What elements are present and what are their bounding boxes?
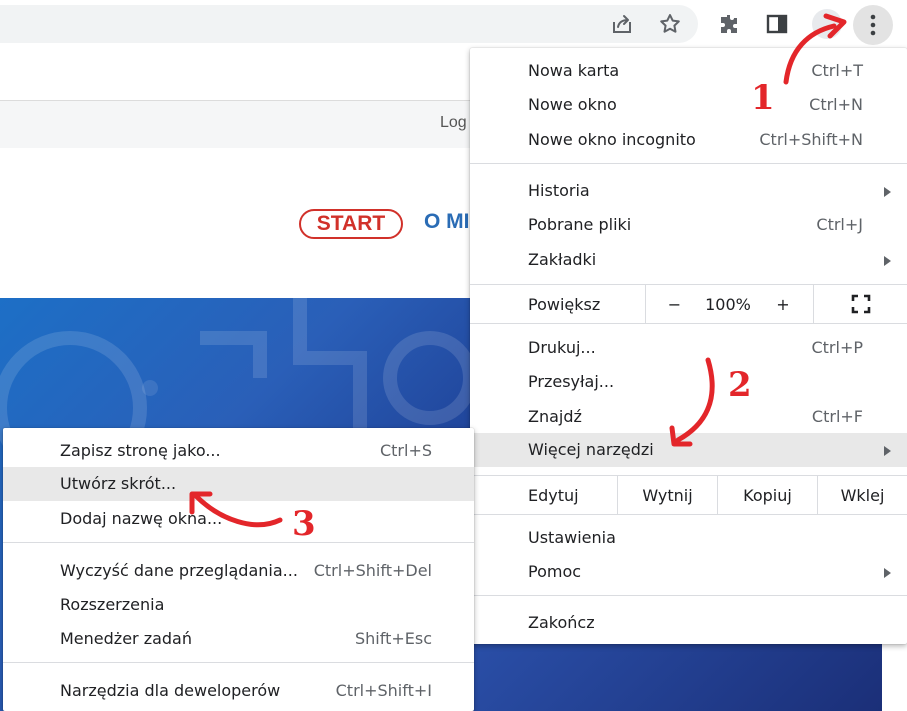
zoom-label: Powiększ [528, 295, 601, 314]
menu-item-label: Nowa karta [528, 61, 620, 80]
submenu-item-shortcut: Shift+Esc [354, 629, 432, 648]
submenu-item-dev-tools[interactable]: Narzędzia dla deweloperów Ctrl+Shift+I [3, 674, 474, 708]
menu-item-label: Drukuj... [528, 338, 596, 357]
menu-item-new-tab[interactable]: Nowa karta Ctrl+T [470, 54, 907, 88]
step-number-2: 2 [728, 365, 752, 405]
menu-item-bookmarks[interactable]: Zakładki [470, 243, 907, 277]
extensions-icon[interactable] [715, 8, 745, 40]
menu-item-shortcut: Ctrl+N [809, 95, 863, 114]
menu-divider [470, 514, 907, 515]
submenu-item-shortcut: Ctrl+Shift+I [335, 681, 432, 700]
submenu-item-clear-data[interactable]: Wyczyść dane przeglądania... Ctrl+Shift+… [3, 554, 474, 588]
submenu-item-extensions[interactable]: Rozszerzenia [3, 588, 474, 622]
submenu-item-create-shortcut[interactable]: Utwórz skrót... [3, 467, 474, 501]
login-link[interactable]: Log [440, 114, 467, 132]
step-number-3: 3 [292, 504, 316, 544]
menu-item-new-incognito[interactable]: Nowe okno incognito Ctrl+Shift+N [470, 123, 907, 157]
menu-item-label: Pomoc [528, 562, 582, 581]
copy-button[interactable]: Kopiuj [717, 476, 817, 514]
menu-item-label: Historia [528, 181, 590, 200]
submenu-arrow-icon [884, 446, 891, 456]
menu-item-settings[interactable]: Ustawienia [470, 521, 907, 555]
star-icon[interactable] [655, 8, 685, 40]
browser-main-menu: Nowa karta Ctrl+T Nowe okno Ctrl+N Nowe … [470, 48, 907, 644]
menu-item-label: Nowe okno [528, 95, 617, 114]
nav-link[interactable]: O MI [424, 210, 470, 234]
submenu-item-label: Narzędzia dla deweloperów [60, 681, 281, 700]
more-tools-submenu: Zapisz stronę jako... Ctrl+S Utwórz skró… [3, 428, 474, 711]
submenu-arrow-icon [884, 187, 891, 197]
menu-item-new-window[interactable]: Nowe okno Ctrl+N [470, 88, 907, 122]
menu-item-label: Znajdź [528, 407, 582, 426]
menu-item-label: Zakończ [528, 613, 595, 632]
menu-item-find[interactable]: Znajdź Ctrl+F [470, 400, 907, 434]
submenu-arrow-icon [884, 256, 891, 266]
menu-item-label: Ustawienia [528, 528, 616, 547]
menu-item-print[interactable]: Drukuj... Ctrl+P [470, 331, 907, 365]
step-number-1: 1 [751, 78, 775, 118]
submenu-item-label: Utwórz skrót... [60, 474, 177, 493]
share-icon[interactable] [607, 8, 637, 40]
submenu-item-name-window[interactable]: Dodaj nazwę okna... [3, 502, 474, 536]
menu-edit-row: Edytuj Wytnij Kopiuj Wklej [470, 476, 907, 514]
browser-toolbar [0, 0, 907, 48]
page-top-bar [0, 100, 470, 148]
menu-item-label: Więcej narzędzi [528, 440, 654, 459]
zoom-out-button[interactable]: − [645, 285, 703, 323]
side-panel-icon[interactable] [762, 8, 792, 40]
submenu-item-shortcut: Ctrl+Shift+Del [313, 561, 432, 580]
menu-divider [470, 163, 907, 164]
cut-button[interactable]: Wytnij [617, 476, 717, 514]
start-button[interactable]: START [299, 209, 403, 239]
submenu-item-shortcut: Ctrl+S [379, 441, 432, 460]
menu-divider [470, 323, 907, 324]
submenu-item-label: Zapisz stronę jako... [60, 441, 221, 460]
submenu-divider [3, 662, 474, 663]
menu-item-help[interactable]: Pomoc [470, 555, 907, 589]
fullscreen-icon[interactable] [813, 285, 907, 323]
menu-item-label: Przesyłaj... [528, 372, 615, 391]
menu-item-label: Zakładki [528, 250, 597, 269]
submenu-divider [3, 542, 474, 543]
hero-banner-edge [470, 640, 882, 711]
menu-item-shortcut: Ctrl+J [816, 215, 863, 234]
menu-item-history[interactable]: Historia [470, 174, 907, 208]
submenu-arrow-icon [884, 568, 891, 578]
submenu-item-label: Dodaj nazwę okna... [60, 509, 223, 528]
submenu-item-label: Rozszerzenia [60, 595, 165, 614]
profile-avatar[interactable] [812, 9, 842, 39]
more-vert-icon[interactable] [853, 5, 893, 45]
submenu-item-label: Wyczyść dane przeglądania... [60, 561, 298, 580]
menu-item-shortcut: Ctrl+Shift+N [759, 130, 863, 149]
address-bar[interactable] [0, 5, 698, 43]
menu-item-exit[interactable]: Zakończ [470, 606, 907, 640]
menu-item-downloads[interactable]: Pobrane pliki Ctrl+J [470, 208, 907, 242]
menu-item-cast[interactable]: Przesyłaj... [470, 365, 907, 399]
zoom-in-button[interactable]: + [753, 285, 813, 323]
menu-divider [470, 595, 907, 596]
menu-zoom-row: Powiększ − 100% + [470, 285, 907, 323]
zoom-level: 100% [705, 294, 751, 314]
menu-item-shortcut: Ctrl+T [811, 61, 863, 80]
menu-item-more-tools[interactable]: Więcej narzędzi [470, 433, 907, 467]
edit-label: Edytuj [528, 486, 579, 505]
menu-item-shortcut: Ctrl+P [811, 338, 863, 357]
paste-button[interactable]: Wklej [817, 476, 907, 514]
submenu-item-label: Menedżer zadań [60, 629, 192, 648]
menu-item-shortcut: Ctrl+F [811, 407, 863, 426]
menu-item-label: Pobrane pliki [528, 215, 632, 234]
submenu-item-save-page[interactable]: Zapisz stronę jako... Ctrl+S [3, 434, 474, 468]
submenu-item-task-manager[interactable]: Menedżer zadań Shift+Esc [3, 622, 474, 656]
menu-item-label: Nowe okno incognito [528, 130, 696, 149]
